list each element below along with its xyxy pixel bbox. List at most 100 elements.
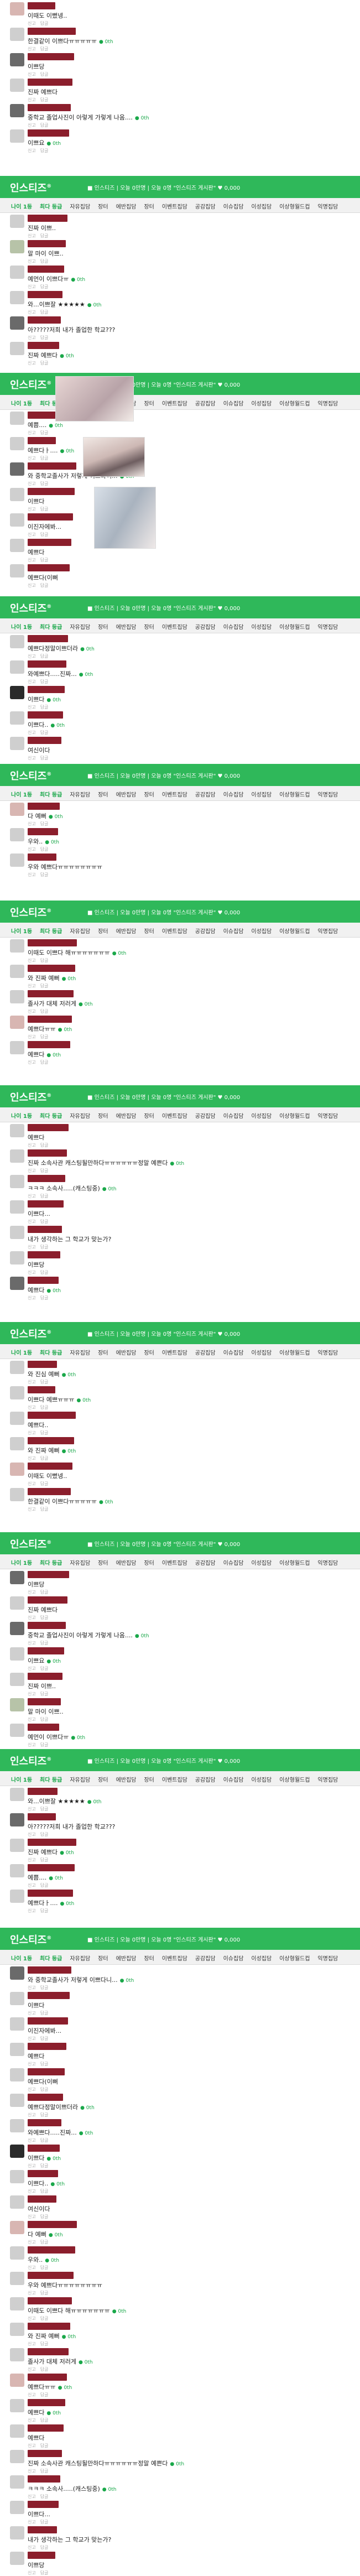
report-link[interactable]: 신고 [28, 1590, 36, 1595]
like-count[interactable]: ● 0th [80, 2105, 95, 2111]
avatar[interactable] [10, 1813, 24, 1826]
nav-item[interactable]: 이상형월드컵 [279, 625, 310, 631]
reply-link[interactable]: 답글 [40, 2545, 49, 2550]
nav-item[interactable]: 장터 [98, 929, 108, 935]
nav-item[interactable]: 이슈집담 [223, 929, 244, 935]
report-link[interactable]: 신고 [28, 1009, 36, 1014]
report-link[interactable]: 신고 [28, 2291, 36, 2296]
avatar[interactable] [10, 2068, 24, 2081]
like-count[interactable]: ● 0th [46, 2156, 61, 2162]
avatar[interactable] [10, 1724, 24, 1737]
reply-link[interactable]: 답글 [40, 1009, 49, 1014]
like-count[interactable]: ● 0th [49, 1876, 63, 1881]
nav-item[interactable]: 장터 [144, 1956, 154, 1962]
avatar[interactable] [10, 2094, 24, 2107]
reply-link[interactable]: 답글 [40, 1295, 49, 1300]
avatar[interactable] [10, 660, 24, 674]
report-link[interactable]: 신고 [28, 335, 36, 340]
username-redacted[interactable] [28, 129, 69, 137]
nav-item[interactable]: 장터 [98, 1956, 108, 1962]
nav-item[interactable]: 자유집담 [70, 1350, 90, 1356]
like-count[interactable]: ● 0th [62, 1372, 76, 1378]
nav-item[interactable]: 이상형월드컵 [279, 401, 310, 407]
username-redacted[interactable] [28, 2068, 65, 2075]
report-link[interactable]: 신고 [28, 2341, 36, 2346]
reply-link[interactable]: 답글 [40, 1060, 49, 1065]
nav-item[interactable]: 익명집담 [317, 1113, 338, 1120]
like-count[interactable]: ● 0th [58, 1027, 72, 1033]
avatar[interactable] [10, 711, 24, 725]
nav-item[interactable]: 나이 1등 [11, 1956, 32, 1962]
username-redacted[interactable] [28, 1361, 57, 1368]
avatar[interactable] [10, 1200, 24, 1214]
avatar[interactable] [10, 1864, 24, 1877]
reply-link[interactable]: 답글 [40, 148, 49, 153]
reply-link[interactable]: 답글 [40, 1666, 49, 1671]
nav-item[interactable]: 장터 [144, 625, 154, 631]
avatar[interactable] [10, 488, 24, 501]
reply-link[interactable]: 답글 [40, 481, 49, 486]
reply-link[interactable]: 답글 [40, 1615, 49, 1620]
report-link[interactable]: 신고 [28, 1245, 36, 1250]
username-redacted[interactable] [28, 2094, 63, 2101]
username-redacted[interactable] [28, 1890, 73, 1897]
username-redacted[interactable] [28, 2272, 74, 2279]
reply-link[interactable]: 답글 [40, 361, 49, 366]
reply-link[interactable]: 답글 [40, 456, 49, 461]
username-redacted[interactable] [28, 291, 62, 298]
reply-link[interactable]: 답글 [40, 2036, 49, 2041]
site-logo[interactable]: 인스티즈® [10, 1932, 51, 1947]
avatar[interactable] [10, 803, 24, 816]
username-redacted[interactable] [28, 854, 56, 861]
site-logo[interactable]: 인스티즈® [10, 180, 51, 195]
site-logo[interactable]: 인스티즈® [10, 905, 51, 919]
nav-item[interactable]: 장터 [144, 1777, 154, 1783]
avatar[interactable] [10, 2017, 24, 2031]
avatar[interactable] [10, 939, 24, 953]
avatar[interactable] [10, 2450, 24, 2463]
reply-link[interactable]: 답글 [40, 233, 49, 238]
like-count[interactable]: ● 0th [87, 1799, 102, 1805]
reply-link[interactable]: 답글 [40, 532, 49, 537]
report-link[interactable]: 신고 [28, 481, 36, 486]
reply-link[interactable]: 답글 [40, 583, 49, 588]
like-count[interactable]: ● 0th [135, 116, 149, 121]
report-link[interactable]: 신고 [28, 1143, 36, 1148]
nav-item[interactable]: 공감집담 [195, 1350, 216, 1356]
username-redacted[interactable] [28, 1175, 65, 1182]
nav-item[interactable]: 이상형월드컵 [279, 1560, 310, 1567]
like-count[interactable]: ● 0th [87, 303, 102, 308]
avatar[interactable] [10, 1175, 24, 1188]
like-count[interactable]: ● 0th [79, 2131, 93, 2136]
report-link[interactable]: 신고 [28, 148, 36, 153]
nav-item[interactable]: 장터 [98, 1560, 108, 1567]
nav-item[interactable]: 최다 등급 [40, 1777, 62, 1783]
like-count[interactable]: ● 0th [79, 2360, 93, 2365]
username-redacted[interactable] [28, 1622, 66, 1629]
username-redacted[interactable] [28, 539, 71, 546]
avatar[interactable] [10, 291, 24, 304]
username-redacted[interactable] [28, 266, 64, 273]
reply-link[interactable]: 답글 [40, 1883, 49, 1888]
nav-item[interactable]: 나이 1등 [11, 1113, 32, 1120]
reply-link[interactable]: 답글 [40, 2418, 49, 2423]
avatar[interactable] [10, 2145, 24, 2158]
site-logo[interactable]: 인스티즈® [10, 1326, 51, 1341]
report-link[interactable]: 신고 [28, 2087, 36, 2092]
username-redacted[interactable] [28, 2399, 65, 2406]
username-redacted[interactable] [28, 215, 67, 222]
username-redacted[interactable] [28, 240, 66, 247]
username-redacted[interactable] [28, 1251, 60, 1258]
nav-item[interactable]: 에반집담 [116, 929, 137, 935]
username-redacted[interactable] [28, 1041, 70, 1048]
reply-link[interactable]: 답글 [40, 284, 49, 289]
avatar[interactable] [10, 1277, 24, 1290]
avatar[interactable] [10, 2195, 24, 2209]
avatar[interactable] [10, 2170, 24, 2183]
nav-item[interactable]: 장터 [144, 1113, 154, 1120]
like-count[interactable]: ● 0th [62, 1449, 76, 1454]
nav-item[interactable]: 에반집담 [116, 204, 137, 210]
nav-item[interactable]: 최다 등급 [40, 1560, 62, 1567]
nav-item[interactable]: 이상형월드컵 [279, 1350, 310, 1356]
username-redacted[interactable] [28, 1992, 70, 1999]
